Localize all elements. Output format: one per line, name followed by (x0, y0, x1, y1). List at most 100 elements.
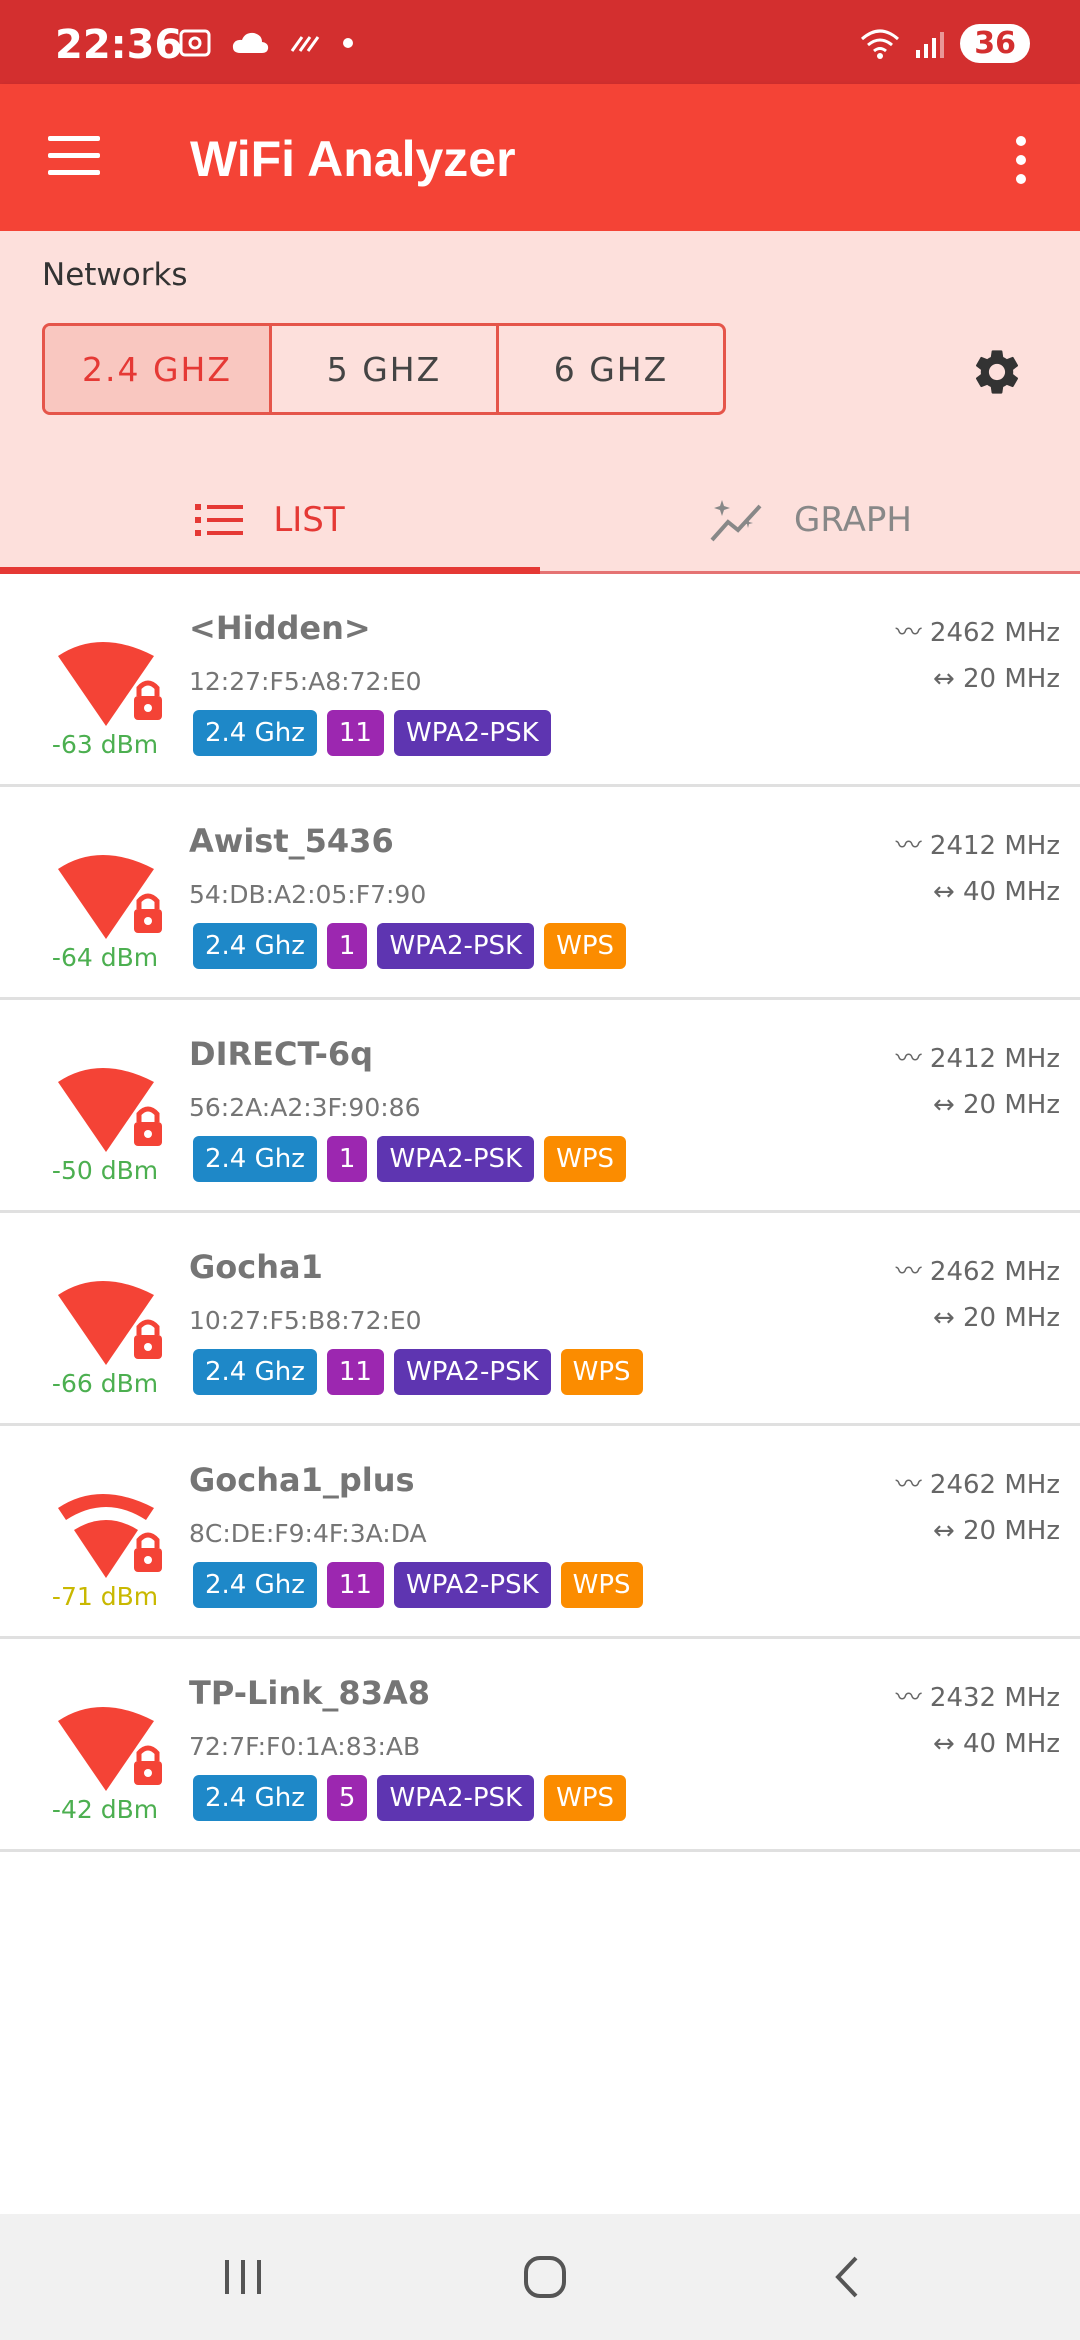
gear-icon[interactable] (970, 345, 1024, 399)
band-button-5ghz[interactable]: 5 GHZ (272, 326, 499, 412)
frequency-value: 〰 2462 MHz (896, 1251, 1060, 1288)
network-tags: 2.4 Ghz 11 WPA2-PSK (193, 710, 551, 756)
wps-tag: WPS (544, 1775, 626, 1821)
status-bar: 22:36 36 (0, 0, 1080, 84)
network-row[interactable]: -42 dBm TP-Link_83A8 72:7F:F0:1A:83:AB 2.4 … (0, 1639, 1080, 1852)
band-button-6ghz[interactable]: 6 GHZ (499, 326, 723, 412)
data-saver-icon (290, 36, 320, 52)
back-icon[interactable] (818, 2252, 878, 2302)
wave-icon: 〰 (895, 1683, 930, 1713)
network-row[interactable]: -71 dBm Gocha1_plus 8C:DE:F9:4F:3A:DA 2.4 G… (0, 1426, 1080, 1639)
wave-icon: 〰 (895, 1257, 930, 1287)
frequency-text: 2412 MHz (929, 1044, 1060, 1074)
band-tag: 2.4 Ghz (193, 923, 317, 969)
channel-width-text: 40 MHz (963, 1729, 1060, 1759)
network-bssid: 56:2A:A2:3F:90:86 (189, 1093, 421, 1122)
cloud-icon (232, 32, 269, 53)
channel-width-value: ↔ 40 MHz (933, 877, 1060, 907)
app-title: WiFi Analyzer (190, 131, 516, 187)
photo-icon (179, 29, 211, 57)
channel-tag: 1 (326, 923, 368, 969)
frequency-text: 2432 MHz (929, 1683, 1060, 1713)
channel-width-value: ↔ 20 MHz (933, 1303, 1060, 1333)
signal-strength-dbm: -63 dBm (51, 730, 159, 759)
tab-graph-label: GRAPH (794, 499, 912, 540)
security-tag: WPA2-PSK (393, 1562, 551, 1608)
frequency-text: 2412 MHz (929, 831, 1060, 861)
status-time: 22:36 (55, 22, 183, 68)
frequency-value: 〰 2412 MHz (896, 1038, 1060, 1075)
channel-tag: 11 (326, 710, 384, 756)
security-tag: WPA2-PSK (393, 1349, 551, 1395)
network-ssid: TP-Link_83A8 (189, 1674, 430, 1712)
wifi-signal-icon (58, 1281, 162, 1365)
channel-width-value: ↔ 40 MHz (933, 1729, 1060, 1759)
frequency-text: 2462 MHz (929, 1470, 1060, 1500)
channel-width-text: 20 MHz (963, 1303, 1060, 1333)
wifi-signal-icon (58, 1068, 162, 1152)
channel-tag: 5 (326, 1775, 368, 1821)
signal-strength-dbm: -64 dBm (51, 943, 159, 972)
home-icon[interactable] (515, 2252, 575, 2302)
network-bssid: 54:DB:A2:05:F7:90 (189, 880, 427, 909)
wps-tag: WPS (560, 1349, 643, 1395)
network-tags: 2.4 Ghz 1 WPA2-PSK WPS (193, 923, 626, 969)
channel-width-text: 20 MHz (963, 1090, 1060, 1120)
wifi-signal-icon (58, 642, 162, 726)
width-arrows-icon: ↔ (932, 1303, 964, 1333)
band-tag: 2.4 Ghz (193, 1349, 317, 1395)
channel-width-value: ↔ 20 MHz (933, 1090, 1060, 1120)
more-options-icon[interactable] (1006, 136, 1036, 184)
tab-graph[interactable]: GRAPH (540, 471, 1080, 568)
band-toggle: 2.4 GHZ 5 GHZ 6 GHZ (42, 323, 726, 415)
security-tag: WPA2-PSK (377, 1775, 535, 1821)
channel-tag: 1 (326, 1136, 368, 1182)
security-tag: WPA2-PSK (377, 1136, 535, 1182)
battery-indicator: 36 (960, 24, 1030, 63)
wifi-signal-icon (58, 1494, 162, 1578)
network-ssid: Gocha1 (189, 1248, 323, 1286)
wifi-signal-icon (58, 855, 162, 939)
security-tag: WPA2-PSK (393, 710, 551, 756)
network-list: -63 dBm <Hidden> 12:27:F5:A8:72:E0 2.4 Ghz 1… (0, 574, 1080, 1852)
channel-width-value: ↔ 20 MHz (933, 664, 1060, 694)
security-tag: WPA2-PSK (377, 923, 535, 969)
width-arrows-icon: ↔ (932, 664, 964, 694)
band-button-2-4ghz[interactable]: 2.4 GHZ (45, 326, 272, 412)
wave-icon: 〰 (895, 1470, 930, 1500)
band-tag: 2.4 Ghz (193, 710, 317, 756)
app-bar: WiFi Analyzer (0, 84, 1080, 231)
list-icon (195, 503, 244, 536)
network-ssid: <Hidden> (189, 609, 371, 647)
frequency-value: 〰 2432 MHz (896, 1677, 1060, 1714)
header-panel: Networks 2.4 GHZ 5 GHZ 6 GHZ LIST GRAPH (0, 231, 1080, 574)
channel-tag: 11 (326, 1562, 384, 1608)
wave-icon: 〰 (895, 1044, 930, 1074)
network-tags: 2.4 Ghz 5 WPA2-PSK WPS (193, 1775, 626, 1821)
width-arrows-icon: ↔ (932, 1090, 964, 1120)
network-tags: 2.4 Ghz 11 WPA2-PSK WPS (193, 1562, 643, 1608)
wave-icon: 〰 (895, 618, 930, 648)
network-row[interactable]: -63 dBm <Hidden> 12:27:F5:A8:72:E0 2.4 Ghz 1… (0, 574, 1080, 787)
channel-width-text: 20 MHz (963, 664, 1060, 694)
frequency-value: 〰 2412 MHz (896, 825, 1060, 862)
wave-icon: 〰 (895, 831, 930, 861)
band-tag: 2.4 Ghz (193, 1136, 317, 1182)
recents-icon[interactable] (213, 2252, 273, 2302)
network-row[interactable]: -50 dBm DIRECT-6q 56:2A:A2:3F:90:86 2.4 Ghz… (0, 1000, 1080, 1213)
network-row[interactable]: -66 dBm Gocha1 10:27:F5:B8:72:E0 2.4 Ghz 11 W… (0, 1213, 1080, 1426)
view-tabs: LIST GRAPH (0, 471, 1080, 574)
network-row[interactable]: -64 dBm Awist_5436 54:DB:A2:05:F7:90 2.4 Gh… (0, 787, 1080, 1000)
wifi-signal-icon (58, 1707, 162, 1791)
band-tag: 2.4 Ghz (193, 1562, 317, 1608)
network-bssid: 8C:DE:F9:4F:3A:DA (189, 1519, 427, 1548)
network-ssid: DIRECT-6q (189, 1035, 374, 1073)
width-arrows-icon: ↔ (932, 1729, 964, 1759)
network-ssid: Awist_5436 (189, 822, 394, 860)
menu-icon[interactable] (48, 136, 100, 180)
networks-label: Networks (42, 257, 188, 293)
signal-strength-dbm: -42 dBm (51, 1795, 159, 1824)
tab-list[interactable]: LIST (0, 471, 540, 568)
network-tags: 2.4 Ghz 1 WPA2-PSK WPS (193, 1136, 626, 1182)
cell-signal-icon (916, 31, 945, 58)
